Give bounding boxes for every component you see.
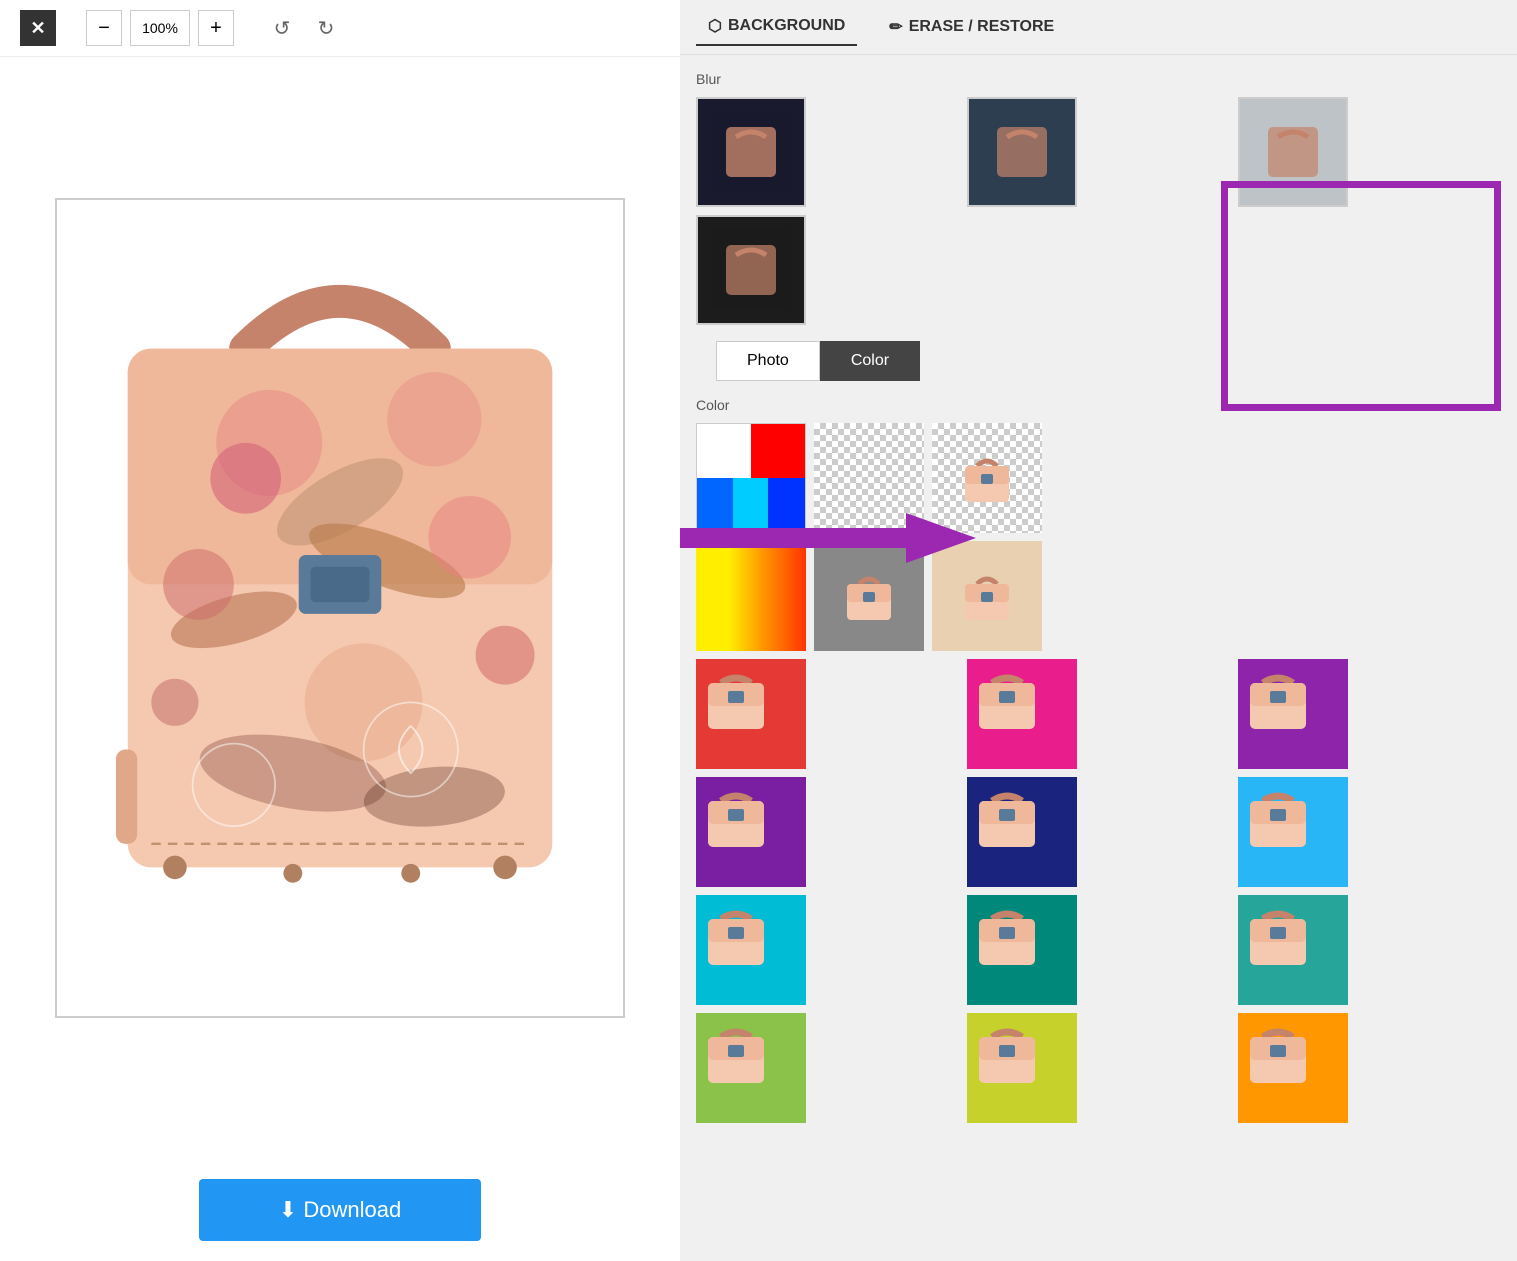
tab-erase-label: ERASE / RESTORE	[909, 18, 1055, 36]
download-area: ⬇ Download	[0, 1159, 680, 1261]
warm-swatch-thumb[interactable]	[696, 541, 806, 651]
color-section-label: Color	[696, 397, 1501, 413]
bag-beige-thumb[interactable]	[932, 541, 1042, 651]
color-thumb-violet[interactable]	[696, 777, 806, 887]
tab-erase[interactable]: ✏ ERASE / RESTORE	[877, 9, 1066, 45]
panel-content: Blur	[680, 55, 1517, 1261]
redo-button[interactable]: ↻	[308, 10, 344, 46]
undo-button[interactable]: ↺	[264, 10, 300, 46]
blur-thumbnails-grid	[696, 97, 1501, 325]
swatch-row-2	[696, 541, 1501, 651]
close-button[interactable]: ✕	[20, 10, 56, 46]
image-container	[55, 198, 625, 1018]
bag-dark-thumb[interactable]	[814, 541, 924, 651]
color-thumb-cyan[interactable]	[696, 895, 806, 1005]
toggle-buttons: Photo Color	[696, 341, 1501, 381]
transparent-swatch-thumb[interactable]	[814, 423, 924, 533]
history-controls: ↺ ↻	[264, 10, 344, 46]
color-thumb-red[interactable]	[696, 659, 806, 769]
download-button[interactable]: ⬇ Download	[199, 1179, 481, 1241]
zoom-value: 100%	[130, 10, 190, 46]
background-icon: ⬡	[708, 16, 722, 36]
toolbar: ✕ − 100% + ↺ ↻	[0, 0, 680, 57]
blur-thumb-2[interactable]	[967, 97, 1077, 207]
right-panel: ⬡ BACKGROUND ✏ ERASE / RESTORE Blur	[680, 0, 1517, 1261]
color-thumb-hotpink[interactable]	[967, 659, 1077, 769]
tab-background[interactable]: ⬡ BACKGROUND	[696, 8, 857, 46]
erase-icon: ✏	[889, 17, 902, 37]
tabs-bar: ⬡ BACKGROUND ✏ ERASE / RESTORE	[680, 0, 1517, 55]
color-thumb-skyblue[interactable]	[1238, 777, 1348, 887]
bag-transparent-thumb[interactable]	[932, 423, 1042, 533]
color-thumb-navy[interactable]	[967, 777, 1077, 887]
zoom-in-button[interactable]: +	[198, 10, 234, 46]
color-thumb-yellowgreen[interactable]	[967, 1013, 1077, 1123]
color-thumb-teal[interactable]	[967, 895, 1077, 1005]
color-thumb-limegreen[interactable]	[696, 1013, 806, 1123]
color-thumb-orange[interactable]	[1238, 1013, 1348, 1123]
canvas-area	[0, 57, 680, 1159]
blur-thumb-1[interactable]	[696, 97, 806, 207]
zoom-controls: − 100% +	[86, 10, 234, 46]
color-thumb-purple[interactable]	[1238, 659, 1348, 769]
color-swatches-container	[696, 423, 1501, 651]
multi-swatch-thumb[interactable]	[696, 423, 806, 533]
blur-label: Blur	[696, 71, 1501, 87]
color-thumbnails-grid	[696, 659, 1501, 1123]
tab-background-label: BACKGROUND	[728, 17, 845, 35]
bag-image	[57, 200, 623, 1016]
left-panel: ✕ − 100% + ↺ ↻	[0, 0, 680, 1261]
blur-section: Blur	[696, 71, 1501, 325]
zoom-out-button[interactable]: −	[86, 10, 122, 46]
blur-thumb-4[interactable]	[696, 215, 806, 325]
color-toggle-button[interactable]: Color	[820, 341, 920, 381]
color-thumb-teal2[interactable]	[1238, 895, 1348, 1005]
swatch-row-1	[696, 423, 1501, 533]
photo-toggle-button[interactable]: Photo	[716, 341, 820, 381]
blur-thumb-3[interactable]	[1238, 97, 1348, 207]
toggle-section: Photo Color	[696, 341, 1501, 381]
